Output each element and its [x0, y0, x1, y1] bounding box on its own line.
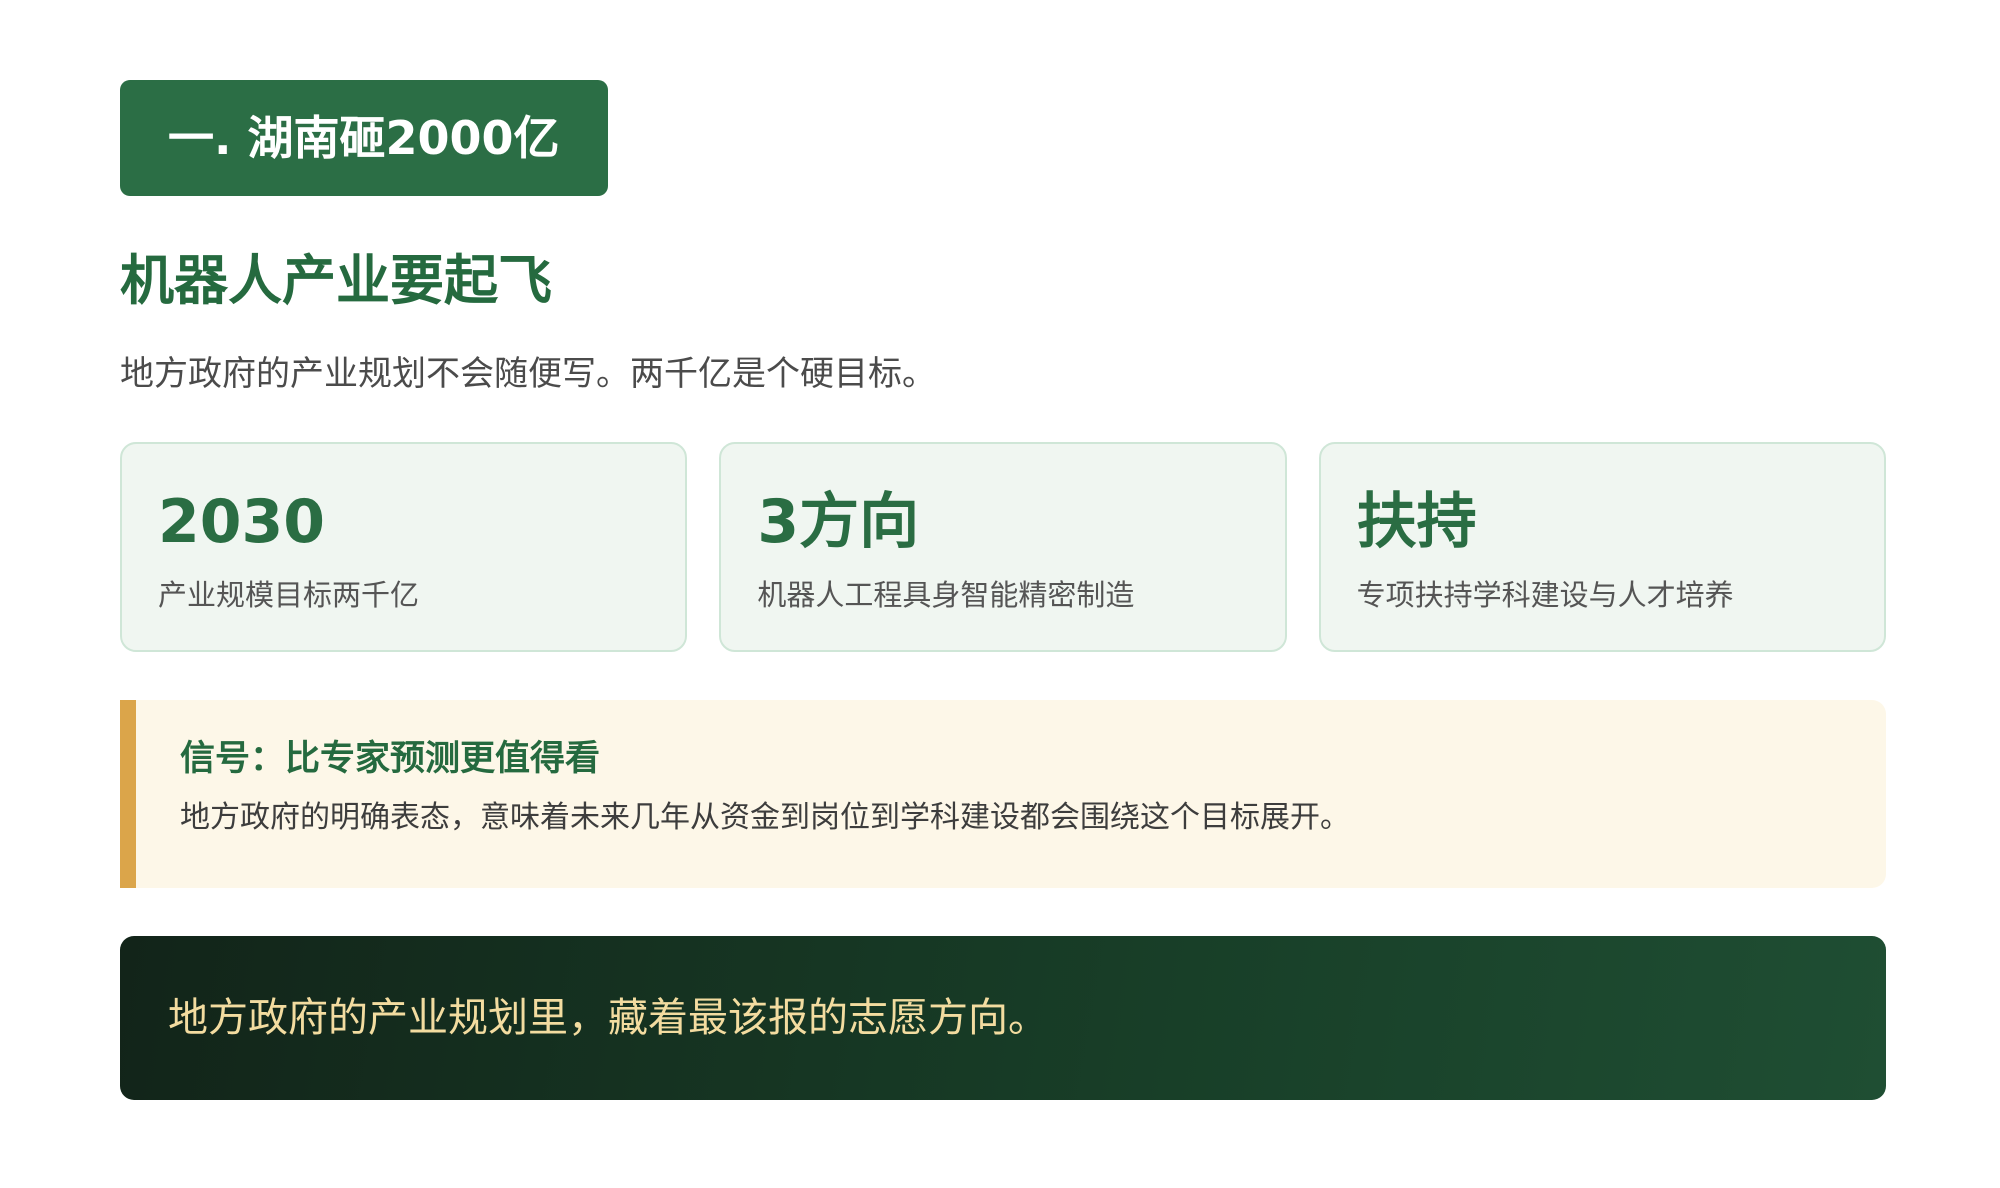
- stat-label: 产业规模目标两千亿: [158, 578, 420, 612]
- page-title: 机器人产业要起飞: [120, 249, 552, 312]
- stats-row: 2030 产业规模目标两千亿 3方向 机器人工程具身智能精密制造 扶持 专项扶持…: [120, 442, 1886, 652]
- stat-value: 2030: [158, 487, 325, 557]
- closing-banner: 地方政府的产业规划里，藏着最该报的志愿方向。: [120, 936, 1886, 1100]
- stat-card-target: 2030 产业规模目标两千亿: [120, 442, 688, 652]
- subtitle: 地方政府的产业规划不会随便写。两千亿是个硬目标。: [120, 354, 936, 394]
- signal-callout: 信号：比专家预测更值得看 地方政府的明确表态，意味着未来几年从资金到岗位到学科建…: [120, 700, 1886, 888]
- closing-text: 地方政府的产业规划里，藏着最该报的志愿方向。: [168, 995, 1048, 1041]
- stat-value: 3方向: [757, 487, 920, 557]
- signal-accent-bar: [120, 700, 136, 888]
- section-badge: 一. 湖南砸2000亿: [120, 80, 608, 196]
- stat-label: 机器人工程具身智能精密制造: [757, 578, 1135, 612]
- page: 一. 湖南砸2000亿 机器人产业要起飞 地方政府的产业规划不会随便写。两千亿是…: [0, 0, 2000, 1188]
- stat-value: 扶持: [1356, 487, 1477, 557]
- stat-label: 专项扶持学科建设与人才培养: [1356, 578, 1734, 612]
- signal-text: 地方政府的明确表态，意味着未来几年从资金到岗位到学科建设都会围绕这个目标展开。: [180, 800, 1350, 835]
- stat-card-directions: 3方向 机器人工程具身智能精密制造: [719, 442, 1287, 652]
- stat-card-support: 扶持 专项扶持学科建设与人才培养: [1318, 442, 1886, 652]
- signal-title: 信号：比专家预测更值得看: [180, 739, 601, 779]
